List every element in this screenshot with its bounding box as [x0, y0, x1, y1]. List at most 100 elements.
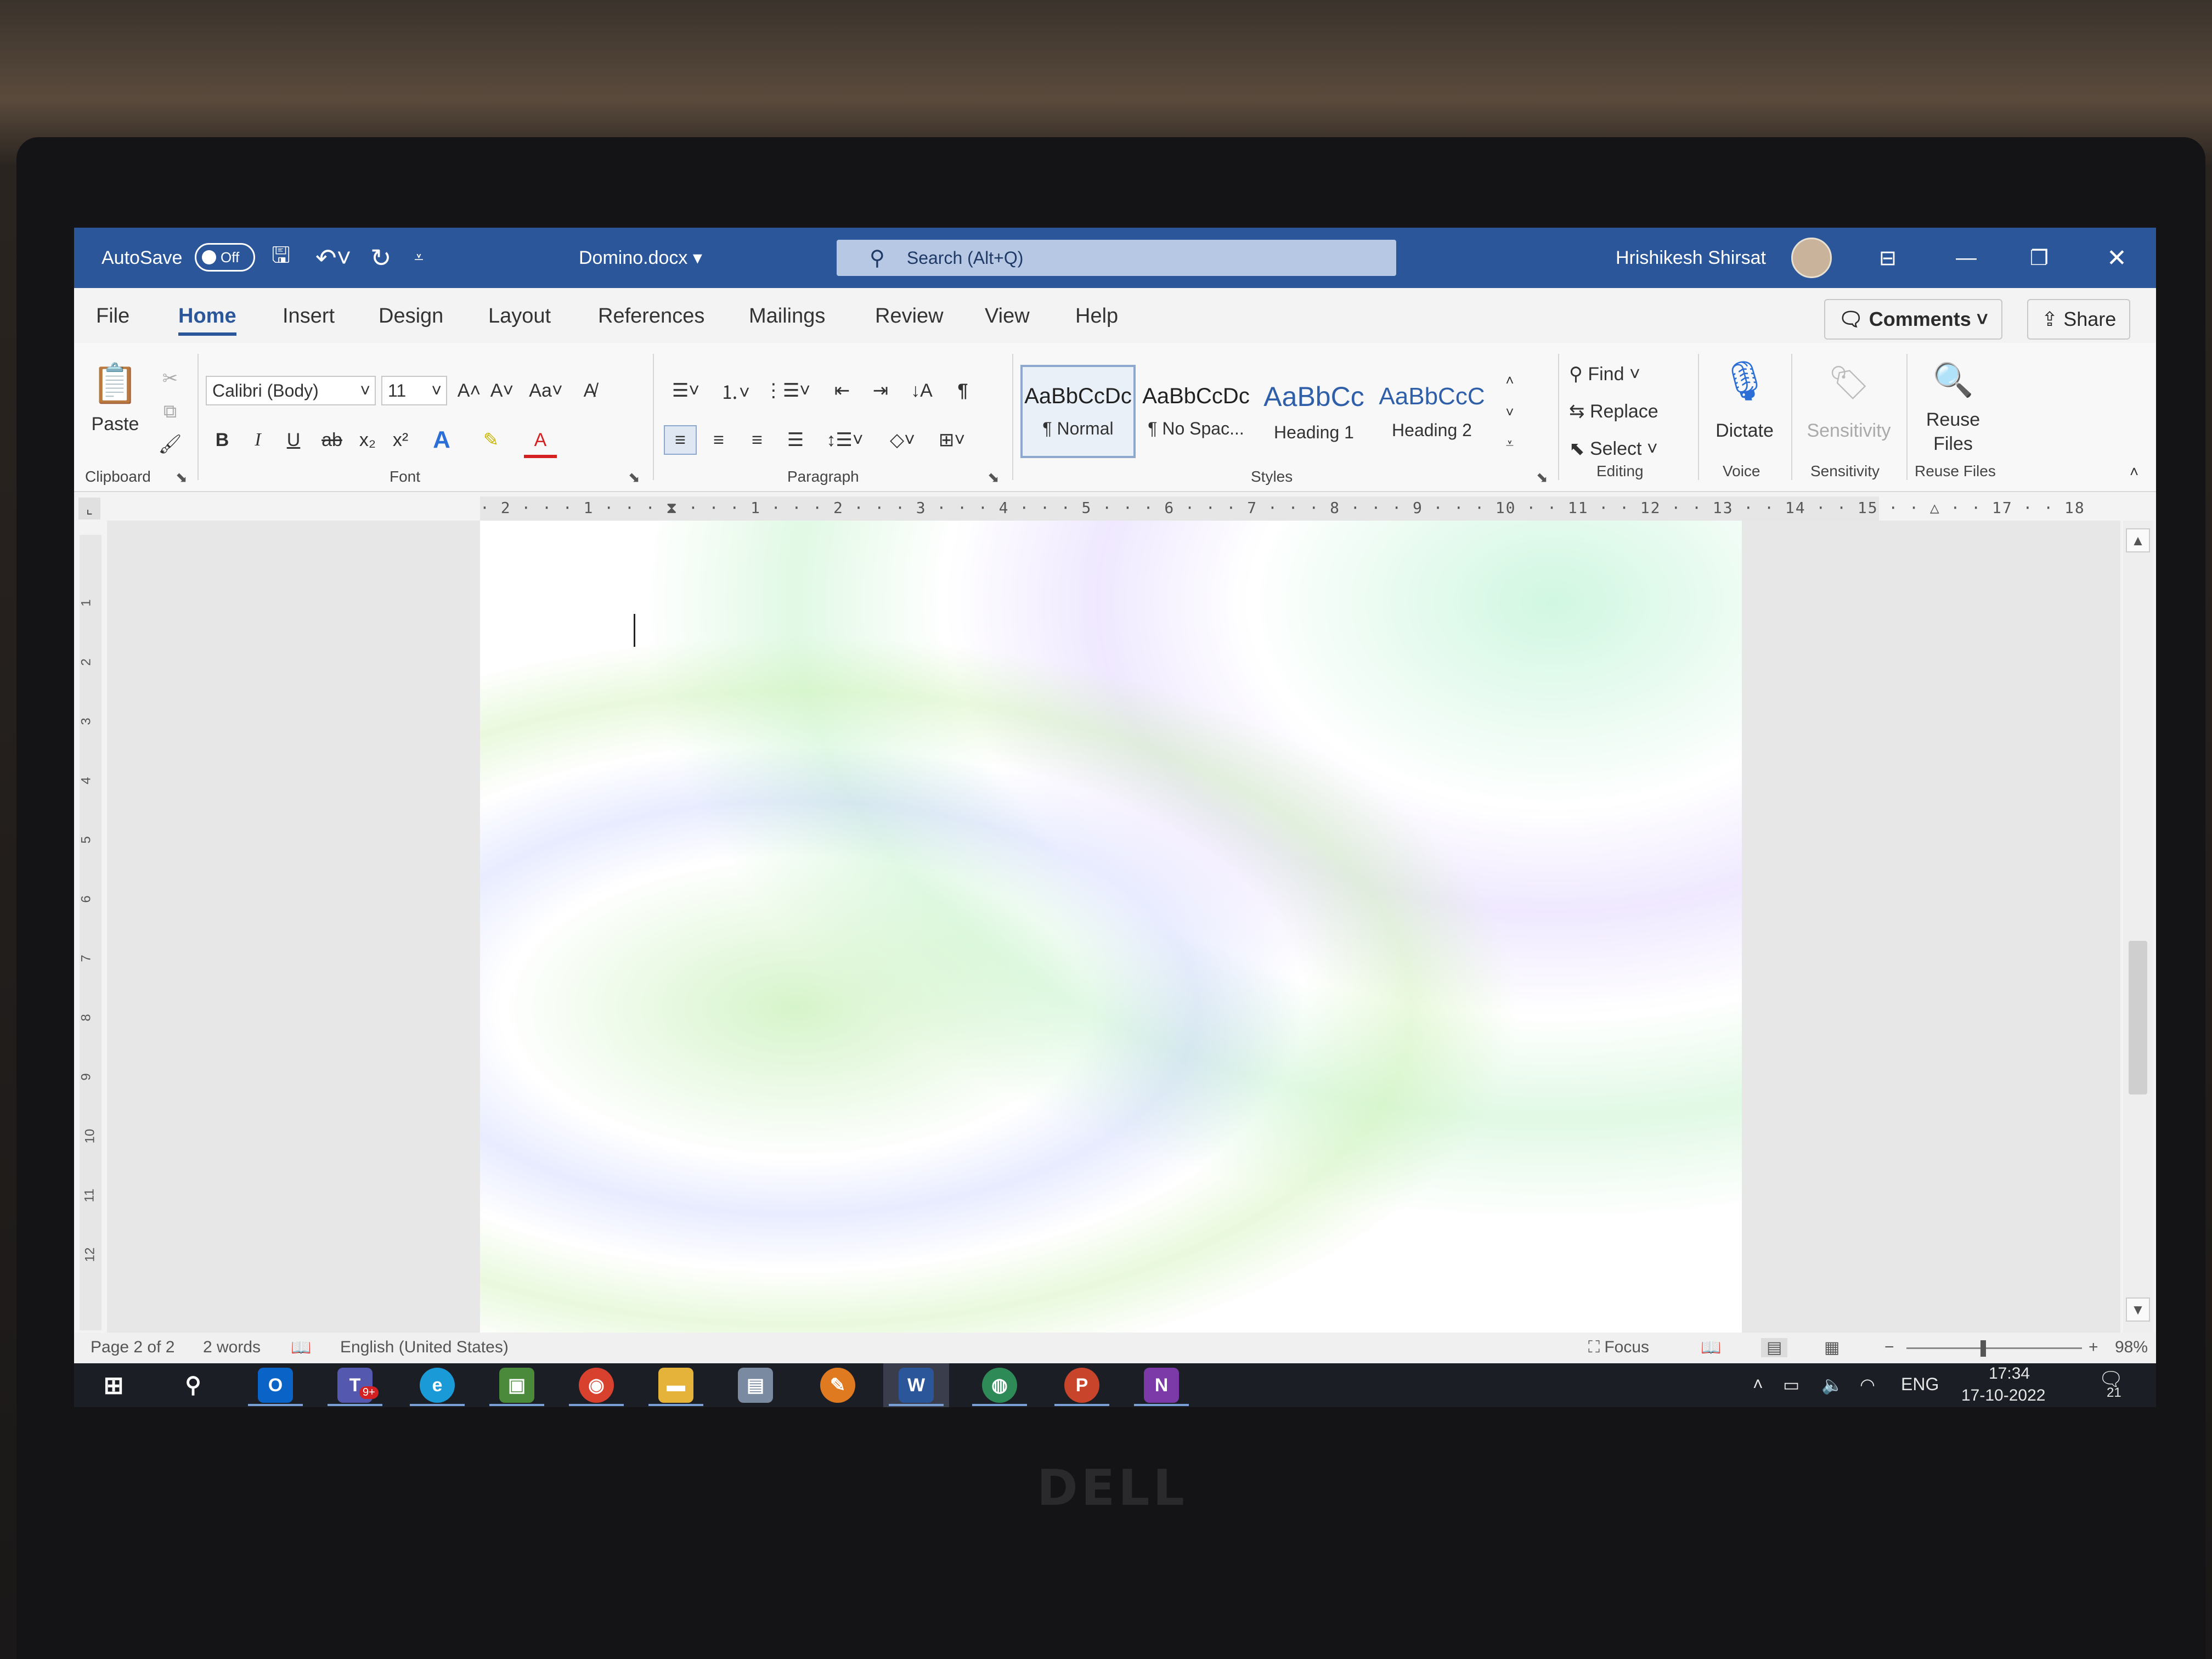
wifi-icon[interactable]: ◠ — [1860, 1374, 1875, 1395]
start-icon[interactable]: ⊞ — [96, 1368, 131, 1403]
font-name-select[interactable]: Calibri (Body) ˅ — [206, 376, 376, 405]
photos-icon[interactable]: ▣ — [499, 1368, 534, 1403]
bold-button[interactable]: B — [208, 425, 236, 455]
borders-icon[interactable]: ⊞˅ — [930, 425, 974, 455]
tab-view[interactable]: View — [985, 304, 1030, 328]
style-heading-2[interactable]: AaBbCcC Heading 2 — [1374, 365, 1489, 458]
clear-formatting-icon[interactable]: A̸ — [573, 376, 606, 405]
zoom-level[interactable]: 98% — [2115, 1338, 2148, 1357]
line-spacing-icon[interactable]: ↕☰˅ — [820, 425, 870, 455]
change-case-button[interactable]: Aa ˅ — [524, 376, 568, 405]
font-launcher-icon[interactable]: ⬊ — [628, 469, 640, 486]
clock-time[interactable]: 17:34 — [1989, 1364, 2030, 1383]
web-layout-icon[interactable]: ▦ — [1824, 1338, 1839, 1357]
scroll-thumb[interactable] — [2129, 941, 2147, 1094]
close-icon[interactable]: ✕ — [2107, 228, 2127, 288]
notes-icon[interactable]: ▤ — [738, 1368, 773, 1403]
volume-icon[interactable]: 🔈 — [1821, 1374, 1843, 1395]
tab-mailings[interactable]: Mailings — [749, 304, 825, 328]
autosave-toggle[interactable]: Off — [195, 243, 255, 272]
sensitivity-button[interactable]: Sensitivity — [1802, 417, 1895, 444]
justify-icon[interactable]: ☰ — [779, 425, 812, 455]
styles-scroll-down-icon[interactable]: ˅ — [1498, 397, 1522, 427]
search-box[interactable]: ⚲ Search (Alt+Q) — [837, 240, 1396, 276]
share-button[interactable]: ⇪ Share — [2027, 299, 2131, 340]
focus-button[interactable]: ⛶ Focus — [1588, 1338, 1649, 1357]
multilevel-list-icon[interactable]: ⋮☰˅ — [763, 376, 812, 405]
document-title[interactable]: Domino.docx ▾ — [579, 228, 702, 288]
highlight-icon[interactable]: ✎ — [475, 425, 507, 455]
collapse-ribbon-icon[interactable]: ˄ — [2120, 458, 2148, 486]
shrink-font-icon[interactable]: A˅ — [488, 376, 516, 405]
word-count[interactable]: 2 words — [203, 1338, 261, 1357]
superscript-button[interactable]: x² — [387, 425, 414, 455]
find-button[interactable]: ⚲ Find ˅ — [1569, 359, 1640, 389]
subscript-button[interactable]: x₂ — [354, 425, 381, 455]
onenote-icon[interactable]: N — [1144, 1368, 1179, 1403]
language[interactable]: English (United States) — [340, 1338, 509, 1357]
input-language[interactable]: ENG — [1901, 1374, 1939, 1395]
horizontal-ruler[interactable]: · 2 · · · 1 · · · ⧗ · · · 1 · · · 2 · · … — [480, 496, 2084, 521]
select-button[interactable]: ⬉ Select ˅ — [1569, 434, 1658, 464]
dictate-button[interactable]: Dictate — [1706, 417, 1783, 444]
align-center-icon[interactable]: ≡ — [702, 425, 735, 455]
scroll-up-icon[interactable]: ▲ — [2126, 528, 2150, 552]
shading-icon[interactable]: ◇˅ — [881, 425, 924, 455]
paragraph-launcher-icon[interactable]: ⬊ — [988, 469, 1000, 486]
battery-icon[interactable]: ▭ — [1783, 1374, 1799, 1395]
text-effects-button[interactable]: A — [425, 425, 458, 455]
paste-icon[interactable]: 📋 — [91, 359, 140, 409]
reuse-files-label-2[interactable]: Files — [1915, 432, 1991, 456]
outlook-icon[interactable]: O — [258, 1368, 293, 1403]
search-icon[interactable]: ⚲ — [176, 1368, 211, 1403]
sort-icon[interactable]: ↓A — [905, 376, 938, 405]
paste-label[interactable]: Paste — [91, 413, 140, 435]
read-mode-icon[interactable]: 📖 — [1701, 1338, 1721, 1357]
tab-selector-icon[interactable]: ⌞ — [78, 498, 100, 520]
tab-help[interactable]: Help — [1075, 304, 1118, 328]
powerpoint-icon[interactable]: P — [1064, 1368, 1099, 1403]
zoom-slider[interactable] — [1906, 1347, 2082, 1349]
show-hidden-icons-icon[interactable]: ˄ — [1753, 1374, 1763, 1395]
user-name[interactable]: Hrishikesh Shirsat — [1616, 228, 1766, 288]
style-no-spacing[interactable]: AaBbCcDc ¶ No Spac... — [1138, 365, 1254, 458]
styles-launcher-icon[interactable]: ⬊ — [1536, 469, 1548, 486]
tab-insert[interactable]: Insert — [283, 304, 335, 328]
save-icon[interactable]: 🖫 — [272, 228, 290, 288]
styles-scroll-up-icon[interactable]: ˄ — [1498, 365, 1522, 396]
clock-date[interactable]: 17-10-2022 — [1961, 1386, 2045, 1405]
edge-icon[interactable]: e — [420, 1368, 455, 1403]
reuse-files-label-1[interactable]: Reuse — [1915, 408, 1991, 432]
cut-icon[interactable]: ✂ — [156, 365, 184, 392]
sketch-app-icon[interactable]: ✎ — [820, 1368, 855, 1403]
comments-button[interactable]: 🗨 Comments ˅ — [1824, 299, 2002, 340]
customize-toolbar-icon[interactable]: ⩡ — [414, 228, 424, 288]
tab-review[interactable]: Review — [875, 304, 944, 328]
italic-button[interactable]: I — [244, 425, 272, 455]
word-icon[interactable]: W — [899, 1368, 934, 1403]
font-size-select[interactable]: 11 ˅ — [381, 376, 447, 405]
increase-indent-icon[interactable]: ⇥ — [864, 376, 897, 405]
format-painter-icon[interactable]: 🖌 — [156, 431, 184, 458]
font-color-button[interactable]: A — [524, 425, 557, 458]
page-count[interactable]: Page 2 of 2 — [91, 1338, 174, 1357]
chrome-icon[interactable]: ◉ — [579, 1368, 614, 1403]
document-canvas[interactable] — [107, 521, 2120, 1333]
sensitivity-icon[interactable]: 🏷 — [1819, 357, 1879, 409]
bullets-icon[interactable]: ☰˅ — [664, 376, 708, 405]
numbering-icon[interactable]: ⒈˅ — [713, 376, 757, 405]
avatar[interactable] — [1791, 238, 1832, 278]
ribbon-display-options-icon[interactable]: ⊟ — [1879, 228, 1897, 288]
proofing-icon[interactable]: 📖 — [291, 1338, 311, 1357]
print-layout-icon[interactable]: ▤ — [1761, 1338, 1788, 1357]
document-page[interactable] — [480, 521, 1742, 1333]
replace-button[interactable]: ⇆ Replace — [1569, 397, 1658, 426]
tab-home[interactable]: Home — [178, 304, 236, 336]
strikethrough-button[interactable]: ab — [315, 425, 348, 455]
maps-icon[interactable]: ◍ — [982, 1368, 1017, 1403]
vertical-ruler[interactable]: 1 2 3 4 5 6 7 8 9 10 11 12 — [79, 535, 101, 1330]
undo-icon[interactable]: ↶˅ — [315, 228, 351, 288]
copy-icon[interactable]: ⧉ — [156, 398, 184, 425]
show-formatting-icon[interactable]: ¶ — [946, 376, 979, 405]
minimize-icon[interactable]: — — [1956, 228, 1977, 288]
